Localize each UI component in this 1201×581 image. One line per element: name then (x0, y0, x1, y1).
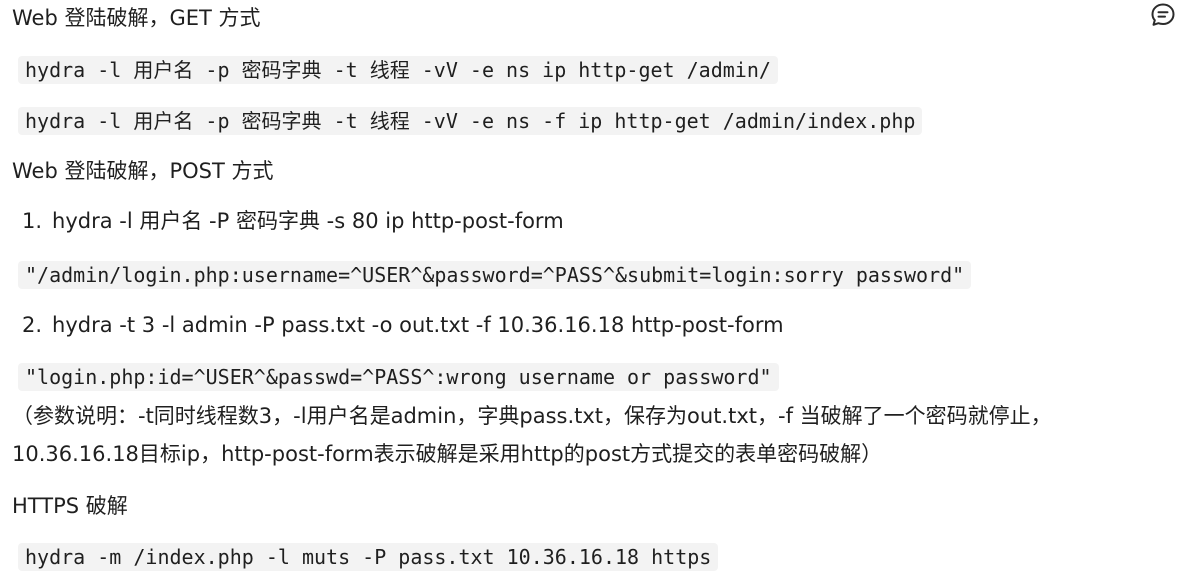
explanation-line-2: 10.36.16.18目标ip，http-post-form表示破解是采用htt… (12, 442, 883, 466)
list-item-number: 2. (22, 313, 43, 337)
code-https-cmd: hydra -m /index.php -l muts -P pass.txt … (18, 543, 719, 571)
code-post-form-2: "login.php:id=^USER^&passwd=^PASS^:wrong… (18, 363, 779, 391)
code-get-cmd-1: hydra -l 用户名 -p 密码字典 -t 线程 -vV -e ns ip … (18, 56, 778, 84)
code-get-cmd-2: hydra -l 用户名 -p 密码字典 -t 线程 -vV -e ns -f … (18, 107, 923, 135)
explanation-line-1: （参数说明：-t同时线程数3，-l用户名是admin，字典pass.txt，保存… (12, 404, 1052, 428)
code-post-form-1: "/admin/login.php:username=^USER^&passwo… (18, 261, 972, 289)
section-title-post: Web 登陆破解，POST 方式 (12, 159, 274, 183)
list-item-text: hydra -l 用户名 -P 密码字典 -s 80 ip http-post-… (52, 209, 564, 233)
comment-button[interactable] (1150, 2, 1176, 28)
list-item-post-1: 1. hydra -l 用户名 -P 密码字典 -s 80 ip http-pos… (22, 207, 564, 235)
comment-icon (1151, 3, 1175, 26)
section-title-https: HTTPS 破解 (12, 494, 128, 518)
list-item-text: hydra -t 3 -l admin -P pass.txt -o out.t… (52, 313, 784, 337)
list-item-number: 1. (22, 209, 43, 233)
list-item-post-2: 2. hydra -t 3 -l admin -P pass.txt -o out… (22, 311, 784, 339)
section-title-get: Web 登陆破解，GET 方式 (12, 6, 261, 30)
